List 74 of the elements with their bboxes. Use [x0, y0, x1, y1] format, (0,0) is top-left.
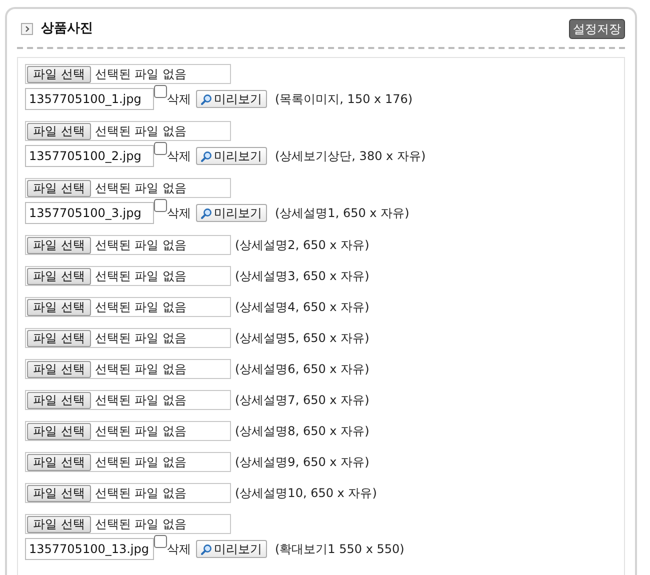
filename-field[interactable]: 1357705100_3.jpg [25, 202, 154, 224]
file-input-field[interactable]: 파일 선택 선택된 파일 없음 [25, 452, 231, 472]
choose-file-button[interactable]: 파일 선택 [27, 298, 91, 316]
preview-button[interactable]: 미리보기 [196, 147, 267, 165]
file-input-field[interactable]: 파일 선택 선택된 파일 없음 [25, 483, 231, 503]
delete-checkbox[interactable] [154, 535, 167, 548]
choose-file-button[interactable]: 파일 선택 [27, 122, 91, 140]
size-note: (상세설명4, 650 x 자유) [235, 299, 370, 316]
size-note: (상세설명9, 650 x 자유) [235, 454, 370, 471]
size-note: (상세설명2, 650 x 자유) [235, 237, 370, 254]
file-status-text: 선택된 파일 없음 [94, 66, 186, 83]
file-status-text: 선택된 파일 없음 [94, 330, 186, 347]
delete-checkbox[interactable] [154, 85, 167, 98]
size-note: (상세보기상단, 380 x 자유) [275, 148, 426, 165]
delete-label[interactable]: 삭제 [167, 540, 191, 558]
search-icon [201, 94, 212, 104]
file-input-field[interactable]: 파일 선택 선택된 파일 없음 [25, 297, 231, 317]
choose-file-button[interactable]: 파일 선택 [27, 484, 91, 502]
delete-checkbox[interactable] [154, 199, 167, 212]
file-status-text: 선택된 파일 없음 [94, 180, 186, 197]
preview-button[interactable]: 미리보기 [196, 204, 267, 222]
file-input-field[interactable]: 파일 선택 선택된 파일 없음 [25, 64, 231, 84]
choose-file-button[interactable]: 파일 선택 [27, 330, 91, 346]
file-input-field[interactable]: 파일 선택 선택된 파일 없음 [25, 359, 231, 379]
file-input-field[interactable]: 파일 선택 선택된 파일 없음 [25, 514, 231, 534]
file-status-text: 선택된 파일 없음 [94, 423, 186, 440]
file-status-text: 선택된 파일 없음 [94, 268, 186, 285]
filename-field[interactable]: 1357705100_13.jpg [25, 538, 154, 560]
file-status-text: 선택된 파일 없음 [94, 123, 186, 140]
file-input-field[interactable]: 파일 선택 선택된 파일 없음 [25, 121, 231, 141]
size-note: (상세설명1, 650 x 자유) [275, 205, 410, 222]
choose-file-button[interactable]: 파일 선택 [27, 180, 91, 196]
size-note: (상세설명8, 650 x 자유) [235, 423, 370, 440]
file-input-field[interactable]: 파일 선택 선택된 파일 없음 [25, 390, 231, 410]
search-icon [201, 150, 212, 162]
search-icon [201, 208, 212, 218]
choose-file-button[interactable]: 파일 선택 [27, 268, 91, 284]
choose-file-button[interactable]: 파일 선택 [27, 392, 91, 408]
choose-file-button[interactable]: 파일 선택 [27, 516, 91, 532]
file-status-text: 선택된 파일 없음 [94, 299, 186, 316]
choose-file-button[interactable]: 파일 선택 [27, 66, 91, 82]
filename-field[interactable]: 1357705100_1.jpg [25, 88, 154, 110]
preview-button[interactable]: 미리보기 [196, 90, 267, 108]
file-input-field[interactable]: 파일 선택 선택된 파일 없음 [25, 235, 231, 255]
delete-checkbox[interactable] [154, 142, 167, 155]
file-status-text: 선택된 파일 없음 [94, 392, 186, 409]
choose-file-button[interactable]: 파일 선택 [27, 360, 91, 378]
save-settings-button[interactable]: 설정저장 [569, 19, 625, 39]
file-input-field[interactable]: 파일 선택 선택된 파일 없음 [25, 266, 231, 286]
file-input-field[interactable]: 파일 선택 선택된 파일 없음 [25, 421, 231, 441]
size-note: (상세설명7, 650 x 자유) [235, 392, 370, 409]
size-note: (상세설명3, 650 x 자유) [235, 268, 370, 285]
file-status-text: 선택된 파일 없음 [94, 516, 186, 533]
size-note: (상세설명10, 650 x 자유) [235, 485, 377, 502]
file-status-text: 선택된 파일 없음 [94, 361, 186, 378]
file-input-field[interactable]: 파일 선택 선택된 파일 없음 [25, 178, 231, 198]
size-note: (확대보기1 550 x 550) [275, 541, 404, 558]
file-status-text: 선택된 파일 없음 [94, 237, 186, 254]
size-note: (상세설명6, 650 x 자유) [235, 361, 370, 378]
delete-label[interactable]: 삭제 [167, 90, 191, 108]
choose-file-button[interactable]: 파일 선택 [27, 454, 91, 470]
preview-button[interactable]: 미리보기 [196, 540, 267, 558]
choose-file-button[interactable]: 파일 선택 [27, 422, 91, 440]
filename-field[interactable]: 1357705100_2.jpg [25, 145, 154, 167]
search-icon [201, 544, 212, 554]
file-input-field[interactable]: 파일 선택 선택된 파일 없음 [25, 328, 231, 348]
file-status-text: 선택된 파일 없음 [94, 454, 186, 471]
size-note: (목록이미지, 150 x 176) [275, 91, 413, 108]
panel-title: 상품사진 [41, 20, 93, 38]
delete-label[interactable]: 삭제 [167, 204, 191, 222]
file-status-text: 선택된 파일 없음 [94, 485, 186, 502]
choose-file-button[interactable]: 파일 선택 [27, 236, 91, 254]
size-note: (상세설명5, 650 x 자유) [235, 330, 370, 347]
delete-label[interactable]: 삭제 [167, 147, 191, 165]
